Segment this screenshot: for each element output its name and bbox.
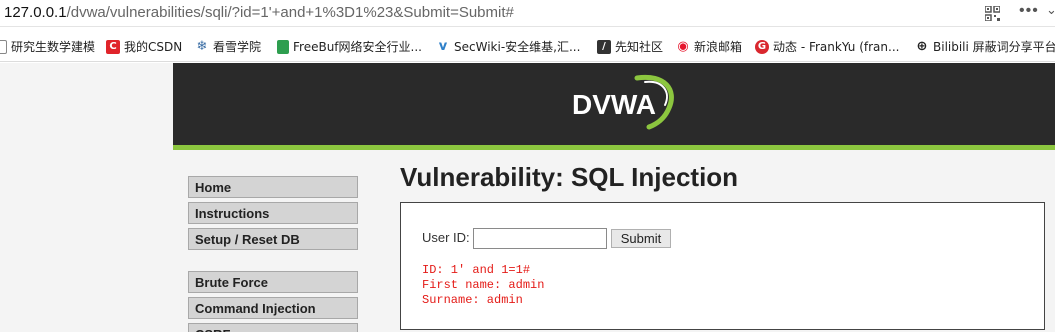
result-id-line: ID: 1' and 1=1# — [422, 263, 531, 277]
bookmark-folder-icon — [0, 39, 7, 54]
bookmark-label: Bilibili 屏蔽词分享平台 — [933, 40, 1055, 54]
left-gutter — [0, 63, 173, 332]
sina-icon: ◉ — [676, 38, 690, 54]
url-host: 127.0.0.1 — [4, 4, 67, 21]
menu-item-command-injection[interactable]: Command Injection — [188, 297, 358, 319]
globe-icon: ⊕ — [915, 38, 929, 54]
bookmark-label: SecWiki-安全维基,汇... — [454, 40, 581, 54]
secwiki-icon: ⅴ — [436, 39, 450, 54]
url-path: /dvwa/vulnerabilities/sqli/?id=1'+and+1%… — [66, 4, 514, 21]
submit-button[interactable]: Submit — [611, 229, 671, 248]
bookmark-label: 看雪学院 — [213, 40, 262, 54]
bookmarks-bar: 研究生数学建模 C 我的CSDN ❄ 看雪学院 FreeBuf网络安全行业...… — [0, 28, 1055, 62]
menu-item-csrf[interactable]: CSRF — [188, 323, 358, 332]
url-text[interactable]: 127.0.0.1/dvwa/vulnerabilities/sqli/?id=… — [4, 4, 514, 21]
menu-item-instructions[interactable]: Instructions — [188, 202, 358, 224]
chevron-down-icon[interactable]: ⌄ — [1046, 2, 1055, 18]
bookmark-label: 我的CSDN — [124, 40, 183, 54]
result-surname-line: Surname: admin — [422, 293, 523, 307]
logo-text: DVWA — [572, 89, 656, 120]
bookmark-item[interactable]: ⅴ SecWiki-安全维基,汇... — [436, 38, 580, 55]
bookmark-item[interactable]: / 先知社区 — [597, 38, 663, 55]
dvwa-logo: DVWA — [572, 74, 674, 130]
menu-item-home[interactable]: Home — [188, 176, 358, 198]
menu-item-setup-reset-db[interactable]: Setup / Reset DB — [188, 228, 358, 250]
bookmark-item[interactable]: FreeBuf网络安全行业... — [277, 38, 422, 55]
ruanyou-icon: G — [755, 39, 769, 54]
page-title: Vulnerability: SQL Injection — [400, 162, 739, 192]
xianzhi-icon: / — [597, 39, 611, 54]
bookmark-item[interactable]: ◉ 新浪邮箱 — [676, 38, 742, 55]
csdn-icon: C — [106, 39, 120, 54]
bookmark-label: 先知社区 — [615, 40, 664, 54]
bookmark-label: 研究生数学建模 — [11, 40, 96, 54]
bookmark-item[interactable]: ❄ 看雪学院 — [195, 38, 261, 55]
bookmark-item[interactable]: ⊕ Bilibili 屏蔽词分享平台 — [915, 38, 1055, 55]
menu-item-brute-force[interactable]: Brute Force — [188, 271, 358, 293]
address-bar[interactable]: 127.0.0.1/dvwa/vulnerabilities/sqli/?id=… — [0, 0, 1055, 27]
user-id-label: User ID: — [422, 230, 470, 245]
result-first-name-line: First name: admin — [422, 278, 545, 292]
bookmark-item[interactable]: 研究生数学建模 — [0, 38, 95, 55]
bookmark-label: FreeBuf网络安全行业... — [293, 40, 422, 54]
vulnerability-box: User ID: Submit ID: 1' and 1=1# First nam… — [400, 202, 1045, 330]
bookmark-item[interactable]: C 我的CSDN — [106, 38, 182, 55]
bookmark-item[interactable]: G 动态 - FrankYu (fran... — [755, 38, 899, 55]
snowflake-icon: ❄ — [195, 38, 209, 54]
qr-code-icon[interactable] — [985, 6, 1000, 21]
bookmark-label: 新浪邮箱 — [694, 40, 743, 54]
user-id-input[interactable] — [473, 228, 607, 249]
more-menu-icon[interactable]: ••• — [1019, 2, 1039, 20]
query-result: ID: 1' and 1=1# First name: admin Surname:… — [422, 263, 544, 308]
bookmark-label: 动态 - FrankYu (fran... — [773, 40, 900, 54]
freebuf-icon — [277, 39, 289, 54]
